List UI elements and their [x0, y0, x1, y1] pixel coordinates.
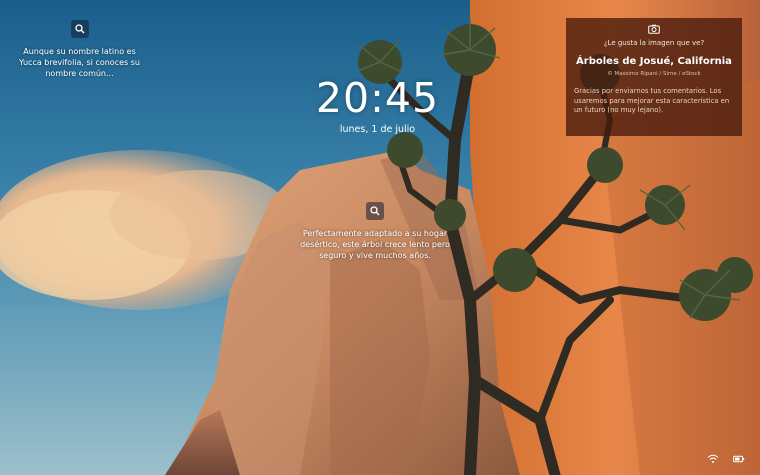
image-title[interactable]: Árboles de Josué, California [574, 56, 734, 67]
clock-date: lunes, 1 de julio [339, 124, 416, 135]
image-credit: © Massimo Ripani / Sime / eStock [607, 71, 701, 77]
wifi-icon[interactable] [707, 449, 719, 463]
battery-icon[interactable] [733, 449, 745, 463]
hotspot-yucca-name[interactable]: Aunque su nombre latino es Yucca brevifo… [12, 20, 147, 79]
hotspot-text: Aunque su nombre latino es Yucca brevifo… [19, 47, 140, 78]
status-tray [707, 449, 745, 463]
search-icon[interactable] [366, 202, 384, 220]
feedback-question[interactable]: ¿Le gusta la imagen que ve? [574, 39, 734, 47]
hotspot-text: Perfectamente adaptado a su hogar desért… [300, 229, 450, 260]
spotlight-info-card[interactable]: ¿Le gusta la imagen que ve? Árboles de J… [566, 18, 742, 136]
search-icon[interactable] [70, 20, 89, 38]
camera-icon [574, 24, 734, 34]
feedback-thanks: Gracias por enviarnos tus comentarios. L… [574, 87, 730, 114]
hotspot-desert-adaptation[interactable]: Perfectamente adaptado a su hogar desért… [300, 202, 450, 261]
clock-time: 20:45 [315, 74, 440, 122]
lock-screen-clock: 20:45 lunes, 1 de julio [300, 76, 455, 135]
